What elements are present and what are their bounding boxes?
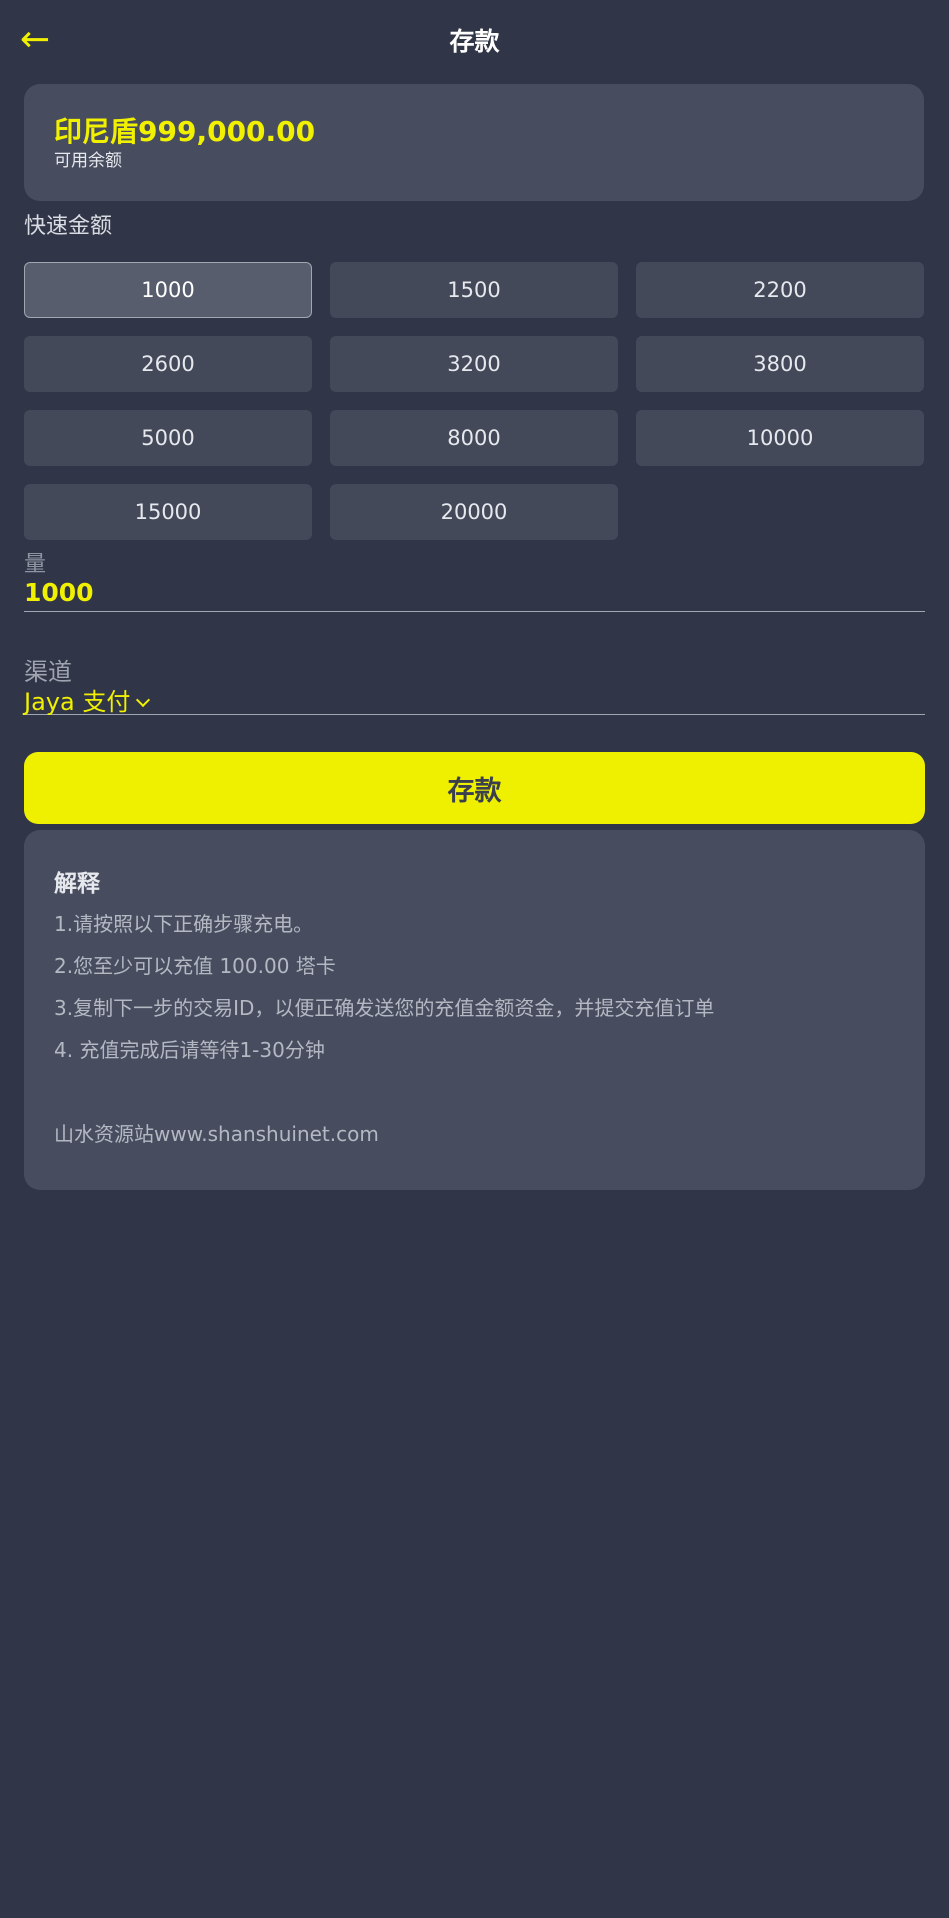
quick-amount-button[interactable]: 1500 [330, 262, 618, 318]
quick-amount-button[interactable]: 2200 [636, 262, 924, 318]
quick-amount-button[interactable]: 15000 [24, 484, 312, 540]
balance-label: 可用余额 [54, 151, 122, 171]
explanation-card: 解释 1.请按照以下正确步骤充电。 2.您至少可以充值 100.00 塔卡 3.… [24, 830, 925, 1190]
quick-amount-button[interactable]: 10000 [636, 410, 924, 466]
quick-amount-button[interactable]: 8000 [330, 410, 618, 466]
chevron-down-icon [136, 692, 151, 708]
page-title: 存款 [449, 27, 500, 56]
quick-amount-button[interactable]: 3800 [636, 336, 924, 392]
balance-card: 印尼盾999,000.00 可用余额 [24, 84, 924, 201]
quick-amount-button[interactable]: 5000 [24, 410, 312, 466]
explanation-line: 4. 充值完成后请等待1-30分钟 [54, 1038, 325, 1062]
balance-amount: 印尼盾999,000.00 [54, 115, 316, 148]
channel-select[interactable]: Jaya 支付 [24, 682, 925, 716]
quick-amount-button[interactable]: 20000 [330, 484, 618, 540]
header: ← 存款 [0, 0, 949, 84]
channel-value: Jaya 支付 [24, 688, 131, 716]
quick-amount-label: 快速金额 [24, 214, 113, 239]
explanation-line: 山水资源站www.shanshuinet.com [54, 1122, 379, 1146]
quick-amount-button[interactable]: 1000 [24, 262, 312, 318]
explanation-line: 3.复制下一步的交易ID，以便正确发送您的充值金额资金，并提交充值订单 [54, 996, 715, 1020]
quick-amount-button[interactable]: 3200 [330, 336, 618, 392]
explanation-title: 解释 [54, 871, 100, 897]
deposit-button[interactable]: 存款 [24, 752, 925, 824]
quick-amount-button[interactable]: 2600 [24, 336, 312, 392]
quick-amount-grid: 1000 1500 2200 2600 3200 3800 5000 8000 … [24, 262, 925, 540]
explanation-line: 2.您至少可以充值 100.00 塔卡 [54, 954, 336, 978]
amount-input[interactable] [24, 574, 925, 612]
explanation-line: 1.请按照以下正确步骤充电。 [54, 912, 314, 936]
